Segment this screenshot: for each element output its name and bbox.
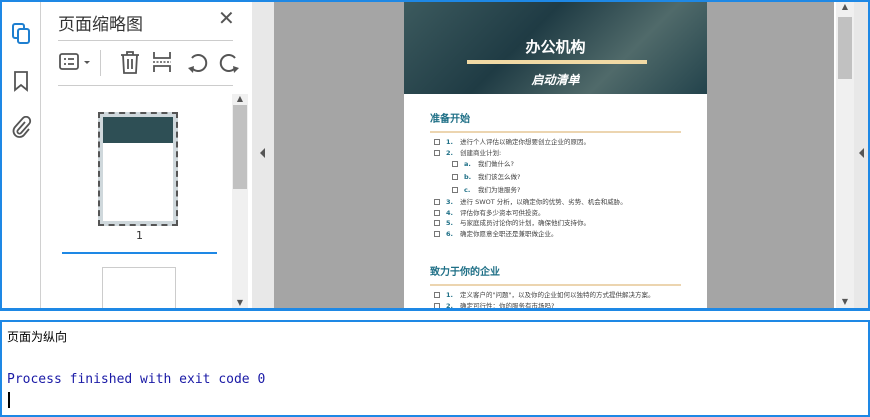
page-thumbnails-icon[interactable]: [10, 22, 32, 44]
divider: [100, 50, 101, 76]
checklist-item: a. 我们做什么?: [430, 158, 681, 171]
thumbnail-page-number: 1: [136, 229, 143, 242]
item-number: 1.: [446, 291, 453, 299]
console-exit-line: Process finished with exit code 0: [7, 372, 266, 387]
checkbox[interactable]: [434, 199, 440, 205]
item-text: 进行 SWOT 分析，以确定你的优势、劣势、机会和威胁。: [460, 198, 627, 206]
side-icon-strip: [2, 2, 41, 308]
document-title: 办公机构: [525, 38, 586, 56]
checklist-item: 2. 确定可行性：你的服务有市场吗?: [430, 301, 681, 310]
page-thumbnail-2[interactable]: [102, 267, 176, 308]
thumbnails-panel: 页面缩略图 ✕ ▲ ▼ 1: [42, 2, 250, 308]
checklist-item: 3. 进行 SWOT 分析，以确定你的优势、劣势、机会和威胁。: [430, 197, 681, 208]
rotate-cw-icon[interactable]: [218, 48, 242, 76]
item-number: b.: [464, 173, 472, 181]
item-text: 我们该怎么做?: [478, 173, 521, 181]
checkbox[interactable]: [452, 187, 458, 193]
document-section: 准备开始 1. 进行个人评估以确定你想要创立企业的原因。 2. 创建商业计划: a. 我们做…: [430, 94, 681, 239]
document-subtitle: 启动清单: [531, 73, 580, 87]
checklist-item: 5. 与家庭成员讨论你的计划，确保他们支持你。: [430, 218, 681, 229]
item-number: 2.: [446, 148, 453, 157]
item-text: 进行个人评估以确定你想要创立企业的原因。: [460, 138, 590, 146]
item-text: 创建商业计划:: [460, 148, 502, 157]
document-view: 办公机构 启动清单 准备开始 1. 进行个人评估以确定你想要创立企业的原因。 2. 创建…: [274, 2, 834, 308]
divider: [58, 40, 233, 41]
item-number: a.: [464, 160, 471, 168]
checklist-item: b. 我们该怎么做?: [430, 171, 681, 184]
page-thumbnail-1[interactable]: [98, 112, 178, 226]
bookmark-icon[interactable]: [10, 70, 32, 92]
checkbox[interactable]: [452, 161, 458, 167]
header-image: 办公机构 启动清单: [404, 2, 707, 94]
pdf-viewer: 页面缩略图 ✕ ▲ ▼ 1 办公机构 启动清单 准备开始 1. 进行个人评估以确定你…: [0, 0, 870, 311]
text-cursor: [8, 392, 10, 408]
item-number: 6.: [446, 229, 453, 238]
item-text: 定义客户的"问题"，以及你的企业如何以独特的方式提供解决方案。: [460, 291, 655, 299]
title-divider: [467, 60, 647, 64]
item-text: 我们为谁服务?: [478, 186, 521, 194]
console-output[interactable]: 页面为纵向 Process finished with exit code 0: [0, 320, 870, 417]
item-text: 确定可行性：你的服务有市场吗?: [460, 301, 555, 310]
rotate-ccw-icon[interactable]: [185, 48, 209, 76]
item-number: c.: [464, 186, 471, 194]
checklist-item: 1. 定义客户的"问题"，以及你的企业如何以独特的方式提供解决方案。: [430, 290, 681, 301]
item-text: 确定你愿意全职还是兼职做企业。: [460, 229, 558, 238]
console-line: 页面为纵向: [7, 330, 68, 344]
checklist-item: 4. 评估你有多少资本可供投资。: [430, 208, 681, 219]
panel-title: 页面缩略图: [58, 15, 143, 35]
document-page: 办公机构 启动清单 准备开始 1. 进行个人评估以确定你想要创立企业的原因。 2. 创建…: [404, 2, 707, 310]
drop-indicator: [62, 252, 217, 254]
item-text: 我们做什么?: [478, 160, 514, 168]
divider: [58, 85, 233, 86]
item-text: 评估你有多少资本可供投资。: [460, 208, 545, 217]
section-heading: 准备开始: [430, 94, 681, 133]
document-section: 致力于你的企业 1. 定义客户的"问题"，以及你的企业如何以独特的方式提供解决方案。…: [430, 247, 681, 310]
item-number: 1.: [446, 138, 453, 146]
checkbox[interactable]: [434, 220, 440, 226]
checklist-item: 1. 进行个人评估以确定你想要创立企业的原因。: [430, 137, 681, 148]
checkbox[interactable]: [434, 230, 440, 237]
thumbnail-options-icon[interactable]: [58, 48, 94, 76]
checkbox[interactable]: [434, 149, 440, 156]
item-number: 3.: [446, 198, 453, 206]
checkbox[interactable]: [452, 174, 458, 180]
checklist-item: 6. 确定你愿意全职还是兼职做企业。: [430, 229, 681, 240]
split-pages-icon[interactable]: [150, 48, 174, 76]
checkbox[interactable]: [434, 139, 440, 145]
checklist-item: c. 我们为谁服务?: [430, 184, 681, 197]
collapse-right-panel-button[interactable]: [854, 2, 868, 308]
checkbox[interactable]: [434, 302, 440, 308]
delete-icon[interactable]: [118, 48, 142, 76]
item-number: 4.: [446, 208, 453, 217]
item-text: 与家庭成员讨论你的计划，确保他们支持你。: [460, 219, 590, 227]
document-scrollbar[interactable]: ▲ ▼: [836, 2, 854, 308]
item-number: 5.: [446, 219, 453, 227]
attachment-icon[interactable]: [10, 116, 32, 138]
checkbox[interactable]: [434, 292, 440, 298]
checklist-item: 2. 创建商业计划:: [430, 148, 681, 159]
collapse-left-panel-button[interactable]: [252, 2, 274, 308]
item-number: 2.: [446, 301, 453, 310]
checkbox[interactable]: [434, 209, 440, 216]
close-icon[interactable]: ✕: [218, 6, 235, 30]
section-heading: 致力于你的企业: [430, 247, 681, 286]
thumbnails-scrollbar[interactable]: ▲ ▼: [232, 94, 248, 308]
